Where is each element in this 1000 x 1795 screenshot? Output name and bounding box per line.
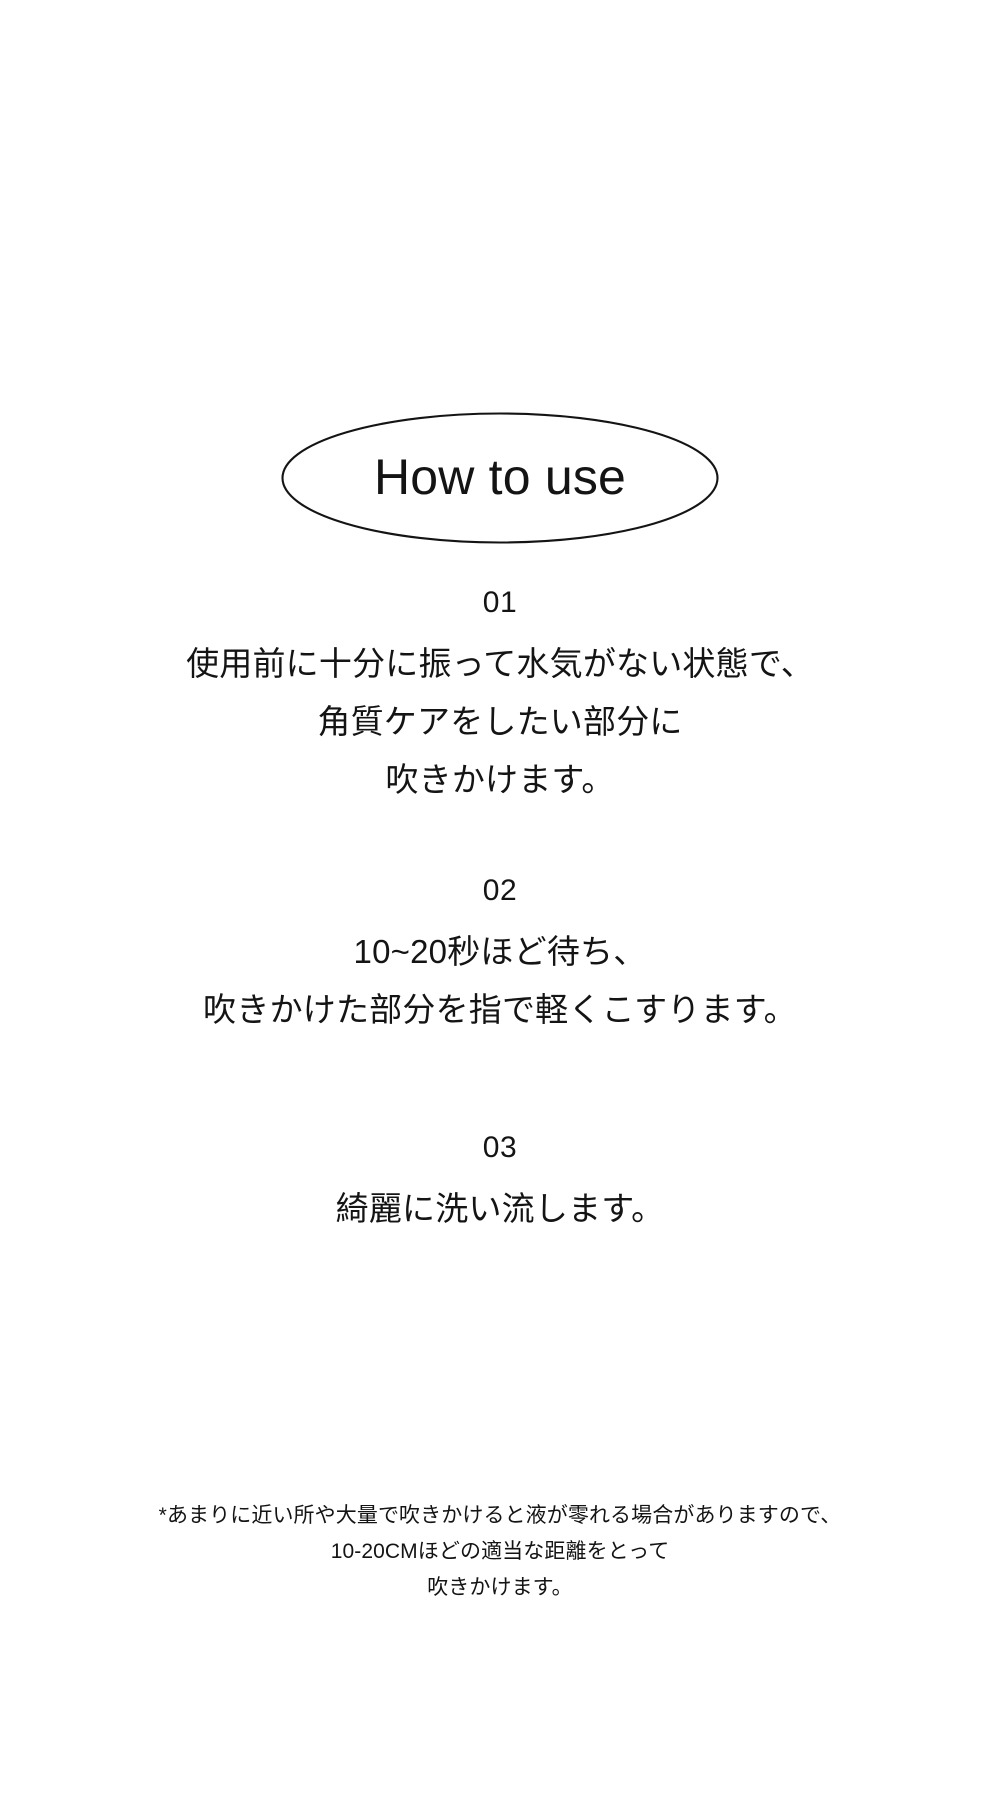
step-item-02: 02 10~20秒ほど待ち、 吹きかけた部分を指で軽くこすります。 [0, 874, 1000, 1039]
step-line: 使用前に十分に振って水気がない状態で、 [186, 645, 814, 682]
step-text-03: 綺麗に洗い流します。 [0, 1180, 1000, 1238]
step-line: 吹きかけます。 [385, 760, 615, 798]
step-line: 綺麗に洗い流します。 [335, 1189, 665, 1227]
steps-list: 01 使用前に十分に振って水気がない状態で、 角質ケアをしたい部分に 吹きかけま… [0, 586, 1000, 1238]
footnote-line: 10-20CMほどの適当な距離をとって [330, 1540, 670, 1564]
how-to-use-page: How to use 01 使用前に十分に振って水気がない状態で、 角質ケアをし… [0, 0, 1000, 1795]
title-badge-inner: How to use [281, 412, 719, 544]
step-text-02: 10~20秒ほど待ち、 吹きかけた部分を指で軽くこすります。 [0, 923, 1000, 1039]
step-line: 角質ケアをしたい部分に [317, 702, 683, 740]
step-item-01: 01 使用前に十分に振って水気がない状態で、 角質ケアをしたい部分に 吹きかけま… [0, 586, 1000, 808]
page-title: How to use [373, 449, 627, 505]
footnote-line: *あまりに近い所や大量で吹きかけると液が零れる場合がありますので、 [158, 1504, 842, 1527]
footnote-block: *あまりに近い所や大量で吹きかけると液が零れる場合がありますので、 10-20C… [0, 1498, 1000, 1606]
page-title-badge: How to use [0, 412, 1000, 544]
step-item-03: 03 綺麗に洗い流します。 [0, 1131, 1000, 1238]
step-number-03: 03 [482, 1130, 518, 1164]
step-text-01: 使用前に十分に振って水気がない状態で、 角質ケアをしたい部分に 吹きかけます。 [0, 635, 1000, 808]
footnote-line: 吹きかけます。 [427, 1576, 573, 1600]
step-number-02: 02 [482, 874, 518, 908]
step-line: 吹きかけた部分を指で軽くこすります。 [203, 991, 797, 1028]
step-number-01: 01 [482, 586, 518, 619]
step-line: 10~20秒ほど待ち、 [353, 933, 647, 971]
